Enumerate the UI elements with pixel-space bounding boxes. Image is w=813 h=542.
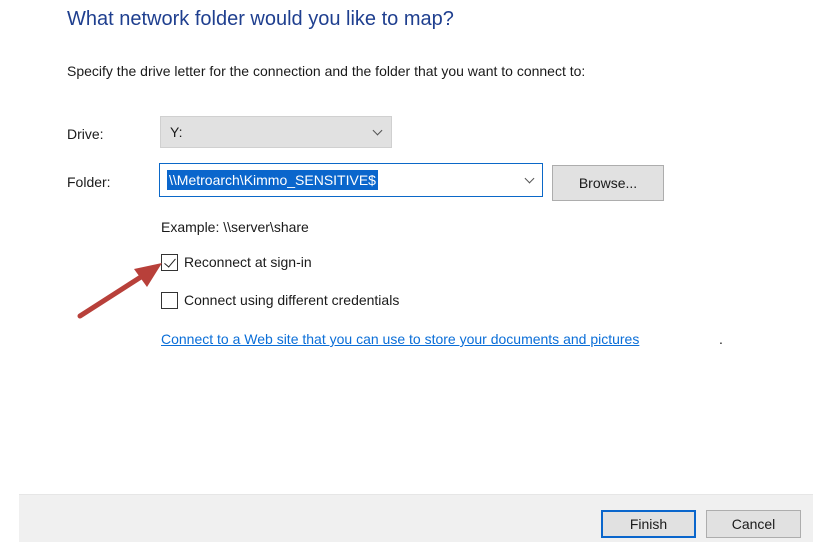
page-title: What network folder would you like to ma… bbox=[67, 8, 454, 30]
chevron-down-icon bbox=[372, 125, 383, 136]
chevron-down-icon[interactable] bbox=[524, 173, 535, 184]
cancel-button[interactable]: Cancel bbox=[706, 510, 801, 538]
annotation-arrow-icon bbox=[77, 263, 162, 319]
finish-button[interactable]: Finish bbox=[601, 510, 696, 538]
map-network-drive-dialog: What network folder would you like to ma… bbox=[0, 0, 813, 542]
browse-button[interactable]: Browse... bbox=[552, 165, 664, 201]
instruction-text: Specify the drive letter for the connect… bbox=[67, 63, 586, 79]
folder-value: \\Metroarch\Kimmo_SENSITIVE$ bbox=[167, 170, 378, 190]
drive-label: Drive: bbox=[67, 126, 104, 142]
folder-label: Folder: bbox=[67, 174, 111, 190]
drive-value: Y: bbox=[170, 124, 183, 140]
reconnect-label[interactable]: Reconnect at sign-in bbox=[184, 254, 312, 270]
drive-select[interactable]: Y: bbox=[160, 116, 392, 148]
folder-combo-input[interactable]: \\Metroarch\Kimmo_SENSITIVE$ bbox=[159, 163, 543, 197]
different-credentials-label[interactable]: Connect using different credentials bbox=[184, 292, 399, 308]
link-trailing-period: . bbox=[719, 331, 723, 347]
example-text: Example: \\server\share bbox=[161, 219, 309, 235]
web-site-link[interactable]: Connect to a Web site that you can use t… bbox=[161, 331, 639, 347]
dialog-footer: Finish Cancel bbox=[19, 494, 813, 542]
